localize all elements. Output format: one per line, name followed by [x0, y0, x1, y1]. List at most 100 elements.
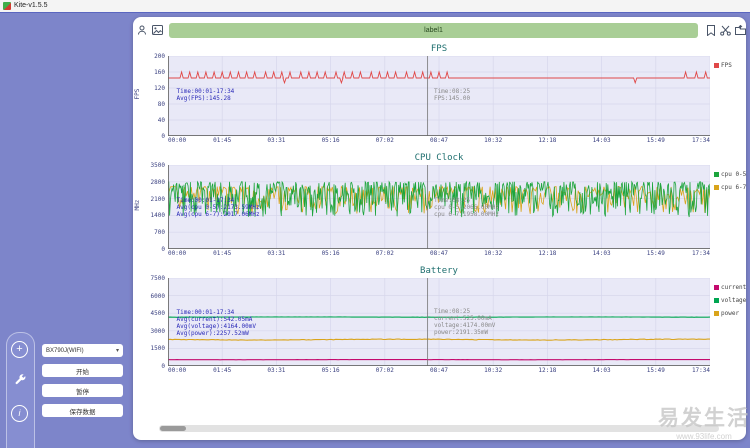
- image-icon[interactable]: [152, 25, 163, 36]
- x-tick-label: 08:47: [430, 367, 448, 374]
- chart-plot-battery[interactable]: Time:00:01-17:34Avg(current):542.05mAAvg…: [168, 278, 710, 366]
- save-icon[interactable]: [705, 25, 716, 36]
- legend-swatch: [714, 172, 719, 177]
- horizontal-scrollbar[interactable]: [159, 425, 719, 432]
- device-select[interactable]: BX790J(WIFI) ▾: [42, 344, 123, 357]
- add-button[interactable]: +: [11, 341, 28, 358]
- x-tick-label: 14:03: [593, 367, 611, 374]
- export-icon[interactable]: [735, 25, 746, 36]
- y-tick-label: 700: [154, 229, 165, 236]
- y-tick-label: 120: [154, 85, 165, 92]
- x-tick-label: 05:16: [322, 137, 340, 144]
- x-tick-label: 10:32: [484, 250, 502, 257]
- info-button[interactable]: i: [11, 405, 28, 422]
- x-tick-label: 17:34: [692, 137, 710, 144]
- chart-title-battery: Battery: [133, 265, 710, 278]
- y-tick-label: 1500: [151, 345, 165, 352]
- x-tick-label: 01:45: [213, 250, 231, 257]
- legend-item: FPS: [714, 62, 746, 69]
- settings-button[interactable]: [12, 373, 29, 390]
- y-tick-label: 0: [161, 133, 165, 140]
- legend-item: power: [714, 310, 746, 317]
- wrench-icon: [14, 373, 27, 391]
- legend-label: cpu 6-7: [721, 184, 746, 191]
- x-tick-label: 14:03: [593, 250, 611, 257]
- x-tick-label: 03:31: [267, 137, 285, 144]
- x-tick-label: 14:03: [593, 137, 611, 144]
- x-tick-label: 17:34: [692, 367, 710, 374]
- x-tick-label: 00:00: [168, 367, 186, 374]
- label-field[interactable]: label1: [169, 23, 698, 38]
- side-toolbar: + i: [6, 332, 35, 448]
- y-tick-label: 160: [154, 69, 165, 76]
- legend-label: FPS: [721, 62, 732, 69]
- chart-legend: current voltage power: [710, 278, 746, 366]
- scissors-icon[interactable]: [720, 25, 731, 36]
- x-tick-label: 00:00: [168, 137, 186, 144]
- chart-toolbar: label1: [133, 21, 746, 39]
- y-tick-label: 40: [158, 117, 165, 124]
- main-panel: label1 FPSFPS04080120160200Time:00:01-17…: [133, 17, 746, 440]
- x-tick-label: 07:02: [376, 137, 394, 144]
- scrollbar-thumb[interactable]: [160, 426, 186, 431]
- x-tick-label: 15:49: [647, 367, 665, 374]
- legend-label: cpu 0-5: [721, 171, 746, 178]
- x-tick-label: 03:31: [267, 250, 285, 257]
- start-button[interactable]: 开始: [42, 364, 123, 377]
- x-tick-label: 05:16: [322, 250, 340, 257]
- chart-title-fps: FPS: [133, 43, 710, 56]
- x-tick-label: 08:47: [430, 137, 448, 144]
- x-tick-label: 12:18: [538, 367, 556, 374]
- chart-legend: cpu 0-5 cpu 6-7: [710, 165, 746, 249]
- y-tick-label: 0: [161, 363, 165, 370]
- x-tick-label: 07:02: [376, 250, 394, 257]
- info-icon: i: [19, 408, 21, 419]
- save-data-button[interactable]: 保存数据: [42, 404, 123, 417]
- legend-label: voltage: [721, 297, 746, 304]
- x-tick-label: 15:49: [647, 250, 665, 257]
- app-icon: [3, 2, 11, 10]
- legend-swatch: [714, 185, 719, 190]
- user-icon[interactable]: [137, 25, 148, 36]
- control-panel: BX790J(WIFI) ▾ 开始 暂停 保存数据: [42, 344, 123, 424]
- y-tick-label: 7500: [151, 275, 165, 282]
- x-tick-label: 12:18: [538, 137, 556, 144]
- x-tick-label: 03:31: [267, 367, 285, 374]
- y-tick-label: 80: [158, 101, 165, 108]
- y-tick-label: 2100: [151, 196, 165, 203]
- y-tick-label: 3500: [151, 162, 165, 169]
- y-tick-label: 3000: [151, 328, 165, 335]
- y-tick-label: 200: [154, 53, 165, 60]
- x-tick-label: 01:45: [213, 367, 231, 374]
- x-tick-label: 12:18: [538, 250, 556, 257]
- titlebar: Kite-v1.5.5: [0, 0, 750, 13]
- legend-item: cpu 6-7: [714, 184, 746, 191]
- x-tick-label: 10:32: [484, 367, 502, 374]
- legend-swatch: [714, 298, 719, 303]
- x-tick-label: 08:47: [430, 250, 448, 257]
- legend-label: current: [721, 284, 746, 291]
- legend-swatch: [714, 285, 719, 290]
- chart-plot-cpu[interactable]: Time:00:01-17:34Avg(cpu 0-5):2173.59MHzA…: [168, 165, 710, 249]
- chart-plot-fps[interactable]: Time:00:01-17:34Avg(FPS):145.28Time:08:2…: [168, 56, 710, 136]
- chart-fps: FPS FPS 0 40 80 120 160 200Time:00:01-17:34Avg(…: [133, 43, 746, 145]
- y-tick-label: 4500: [151, 310, 165, 317]
- legend-item: cpu 0-5: [714, 171, 746, 178]
- legend-swatch: [714, 63, 719, 68]
- plus-icon: +: [16, 344, 22, 355]
- y-tick-label: 1400: [151, 212, 165, 219]
- x-tick-label: 10:32: [484, 137, 502, 144]
- y-tick-label: 0: [161, 246, 165, 253]
- pause-button[interactable]: 暂停: [42, 384, 123, 397]
- chart-legend: FPS: [710, 56, 746, 136]
- legend-item: current: [714, 284, 746, 291]
- y-tick-label: 6000: [151, 293, 165, 300]
- x-tick-label: 05:16: [322, 367, 340, 374]
- window-title: Kite-v1.5.5: [14, 2, 47, 10]
- chevron-down-icon: ▾: [116, 347, 119, 354]
- chart-cpu: CPU ClockMHz07001400210028003500Time:00:…: [133, 152, 746, 258]
- charts-container: FPSFPS04080120160200Time:00:01-17:34Avg(…: [133, 43, 746, 382]
- legend-swatch: [714, 311, 719, 316]
- y-axis-label: FPS: [134, 89, 141, 100]
- y-tick-label: 2800: [151, 179, 165, 186]
